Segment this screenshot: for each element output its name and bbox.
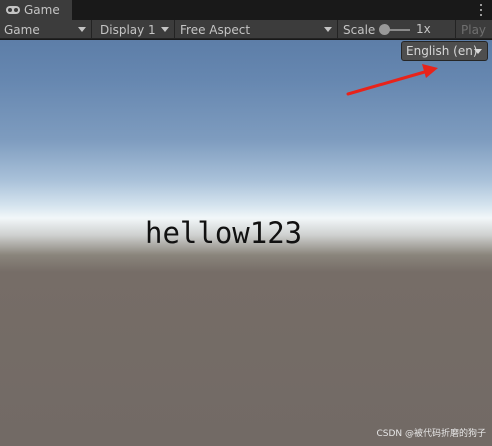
language-label: English (en) — [406, 44, 478, 58]
kebab-menu-icon[interactable] — [476, 3, 486, 17]
scale-value: 1x — [416, 22, 431, 36]
view-mode-dropdown[interactable]: Game — [0, 20, 92, 39]
chevron-down-icon — [161, 27, 169, 32]
play-focus-button[interactable]: Play — [456, 20, 492, 39]
gamepad-icon — [6, 6, 20, 14]
tab-game[interactable]: Game — [0, 0, 72, 20]
tab-label: Game — [24, 3, 60, 17]
language-dropdown[interactable]: English (en) — [401, 41, 488, 61]
hello-text: hellow123 — [145, 216, 303, 250]
game-window: Game Game Display 1 Free Aspect Scale 1x… — [0, 0, 492, 446]
view-mode-label: Game — [4, 22, 40, 37]
chevron-down-icon — [324, 27, 332, 32]
display-label: Display 1 — [100, 22, 156, 37]
scale-control: Scale 1x — [338, 20, 456, 39]
tab-bar: Game — [0, 0, 492, 20]
scale-label: Scale — [343, 22, 376, 37]
scale-slider-handle[interactable] — [379, 24, 390, 35]
aspect-label: Free Aspect — [180, 22, 251, 37]
aspect-dropdown[interactable]: Free Aspect — [175, 20, 338, 39]
watermark: CSDN @被代码折磨的狗子 — [376, 429, 486, 439]
game-toolbar: Game Display 1 Free Aspect Scale 1x Play — [0, 20, 492, 39]
chevron-down-icon — [474, 49, 482, 54]
display-dropdown[interactable]: Display 1 — [92, 20, 175, 39]
annotation-arrow-icon — [346, 64, 438, 96]
play-label: Play — [461, 22, 487, 37]
chevron-down-icon — [78, 27, 86, 32]
